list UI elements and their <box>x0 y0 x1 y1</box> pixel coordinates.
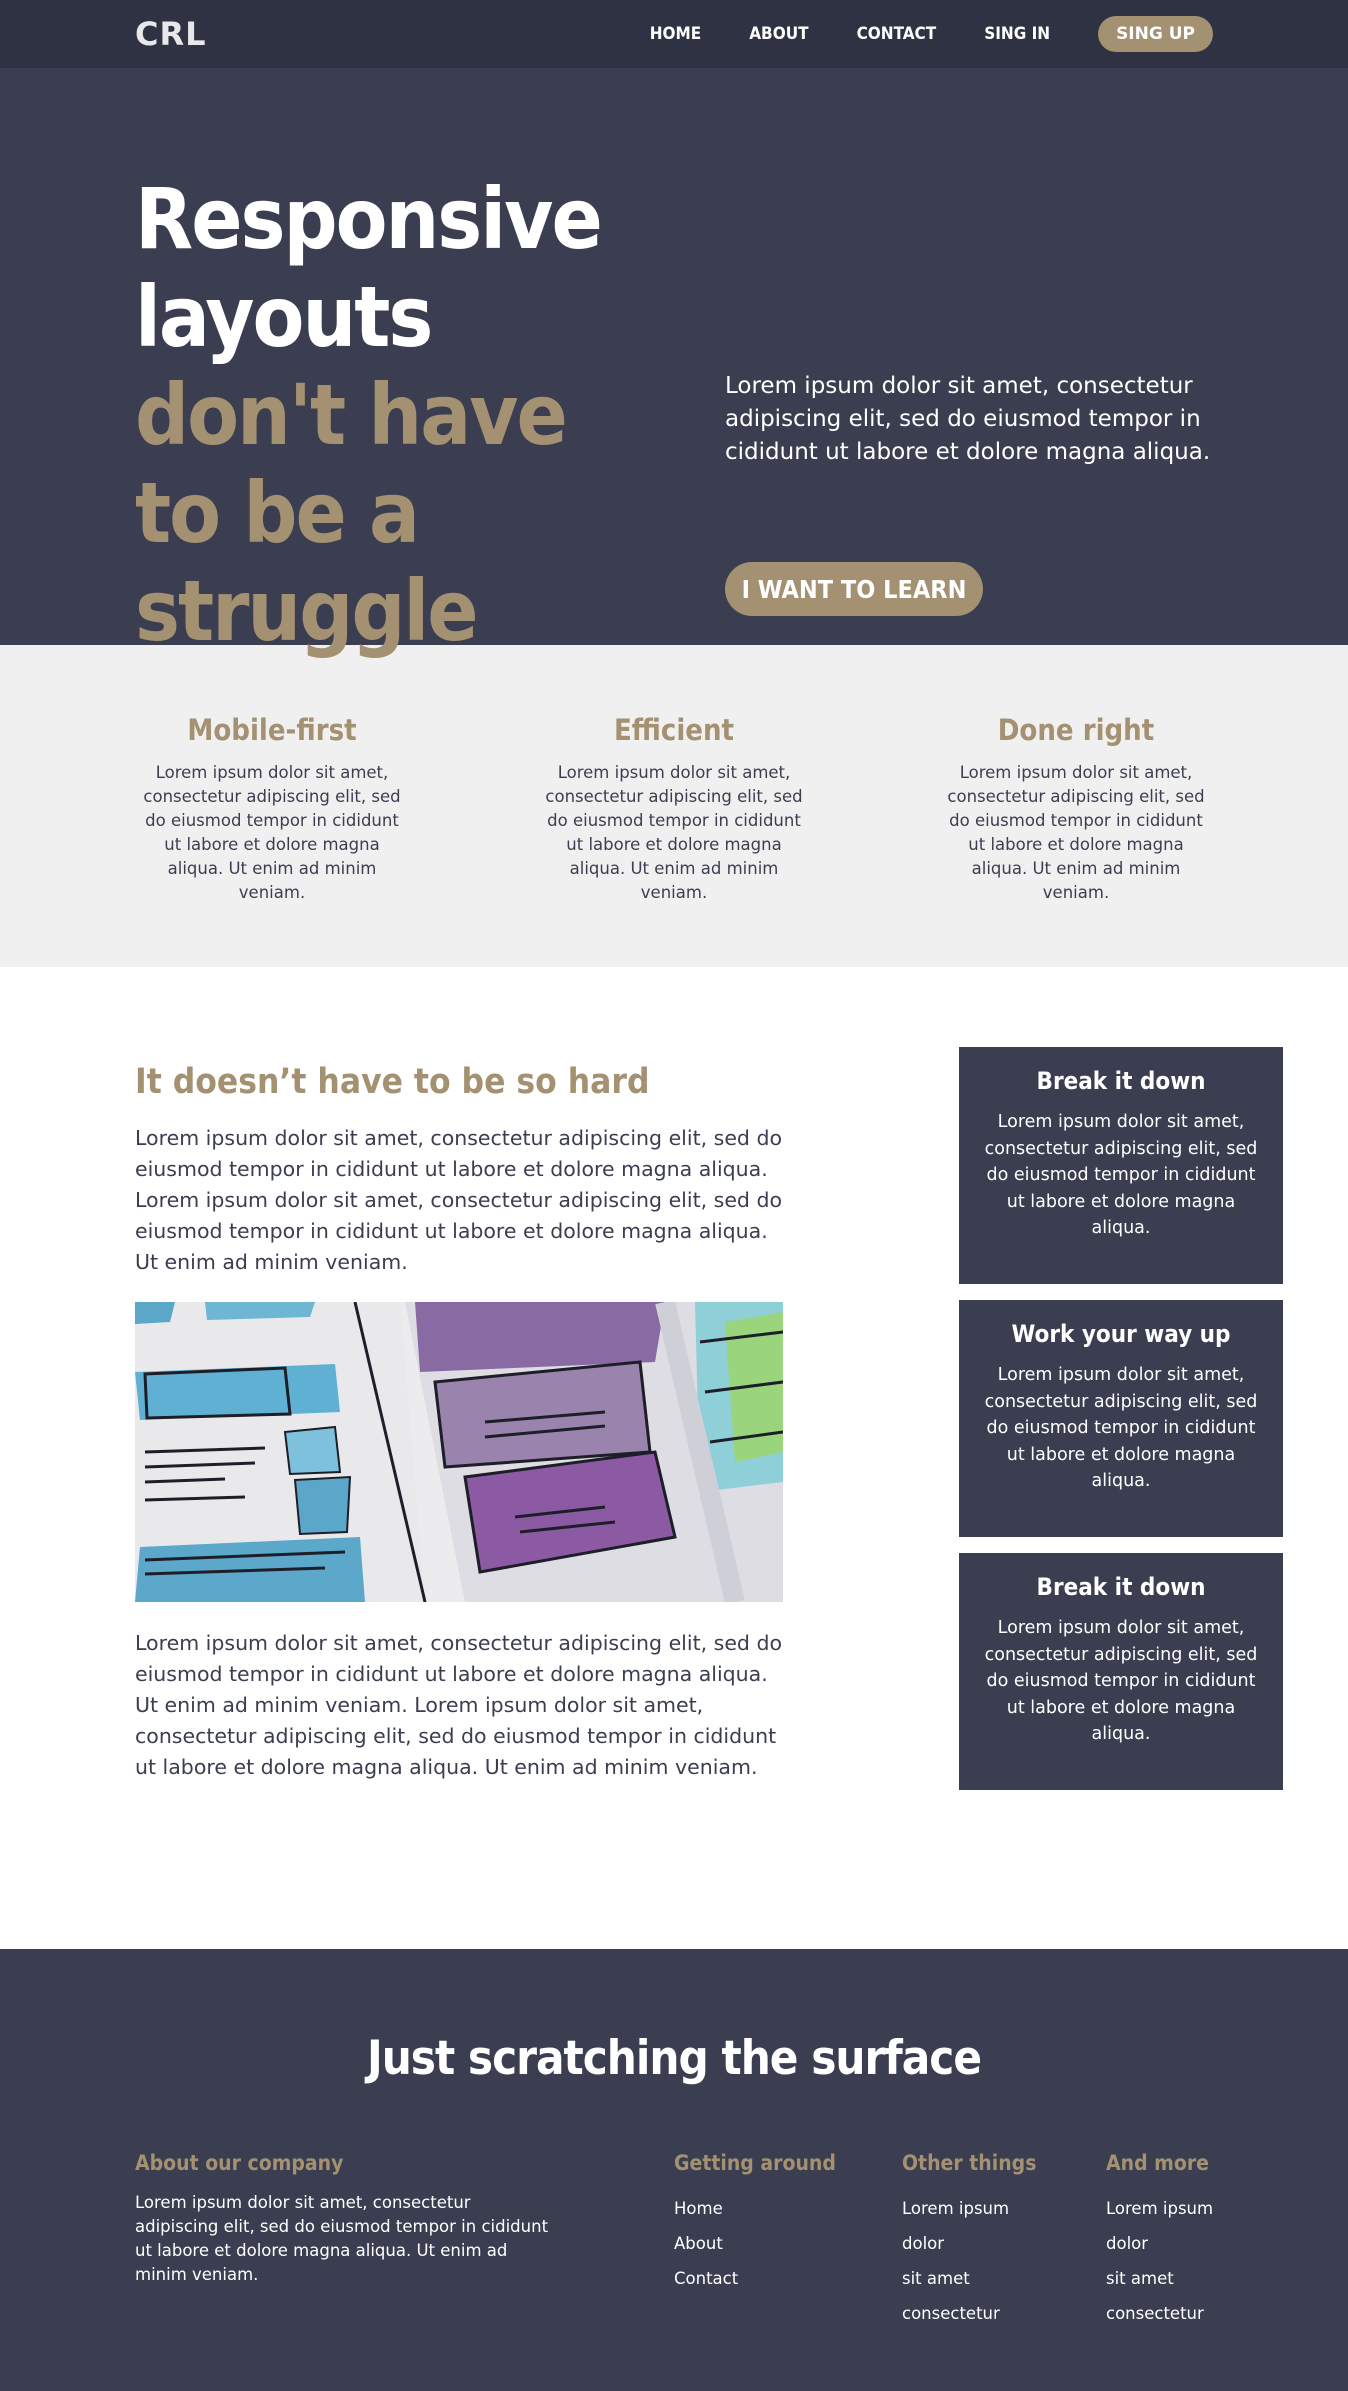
card-text: Lorem ipsum dolor sit amet, consectetur … <box>984 1618 1258 1744</box>
learn-button[interactable]: I WANT TO LEARN <box>725 562 983 616</box>
nav-link-sign-in[interactable]: SING IN <box>984 24 1050 44</box>
footer-column-title: Other things <box>902 2151 1037 2175</box>
feature-text: Lorem ipsum dolor sit amet, consectetur … <box>947 763 1205 902</box>
footer-about-text: Lorem ipsum dolor sit amet, consectetur … <box>135 2193 549 2284</box>
card-title: Break it down <box>1036 1573 1206 1601</box>
footer-column-title: Getting around <box>674 2151 836 2175</box>
sidebar: Break it down Lorem ipsum dolor sit amet… <box>959 1047 1283 1806</box>
nav-link-contact[interactable]: CONTACT <box>857 24 937 44</box>
footer-link[interactable]: consectetur <box>902 2296 1036 2331</box>
article-paragraph-2: Lorem ipsum dolor sit amet, consectetur … <box>135 1631 783 1779</box>
hero-title-main: Responsive layouts <box>135 170 603 366</box>
card-text: Lorem ipsum dolor sit amet, consectetur … <box>984 1112 1258 1238</box>
wireframe-sketch-image <box>135 1302 783 1602</box>
sidebar-card-work-your-way-up: Work your way up Lorem ipsum dolor sit a… <box>959 1300 1283 1537</box>
top-nav: CRL HOME ABOUT CONTACT SING IN SING UP <box>0 0 1348 68</box>
feature-text: Lorem ipsum dolor sit amet, consectetur … <box>545 763 803 902</box>
card-title: Break it down <box>1036 1067 1206 1095</box>
footer-about: About our company Lorem ipsum dolor sit … <box>135 2151 555 2287</box>
nav-links: HOME ABOUT CONTACT SING IN SING UP <box>602 16 1213 52</box>
features-section: Mobile-first Lorem ipsum dolor sit amet,… <box>0 645 1348 967</box>
footer-link-home[interactable]: Home <box>674 2191 836 2226</box>
logo[interactable]: CRL <box>135 15 207 53</box>
hero-title: Responsive layouts don't have to be a st… <box>135 170 615 660</box>
feature-efficient: Efficient Lorem ipsum dolor sit amet, co… <box>537 713 811 905</box>
footer-column-title: And more <box>1106 2151 1209 2175</box>
footer-link[interactable]: Lorem ipsum <box>1106 2191 1213 2226</box>
footer-and-more: And more Lorem ipsum dolor sit amet cons… <box>1106 2151 1213 2331</box>
footer: Just scratching the surface About our co… <box>0 1949 1348 2391</box>
hero-section: Responsive layouts don't have to be a st… <box>0 68 1348 660</box>
footer-link[interactable]: dolor <box>902 2226 1036 2261</box>
footer-other-things: Other things Lorem ipsum dolor sit amet … <box>902 2151 1036 2331</box>
article-paragraph-1: Lorem ipsum dolor sit amet, consectetur … <box>135 1126 783 1274</box>
footer-link[interactable]: Lorem ipsum <box>902 2191 1036 2226</box>
footer-link[interactable]: consectetur <box>1106 2296 1213 2331</box>
footer-about-title: About our company <box>135 2151 344 2175</box>
feature-title: Efficient <box>613 713 735 747</box>
feature-mobile-first: Mobile-first Lorem ipsum dolor sit amet,… <box>135 713 409 905</box>
feature-done-right: Done right Lorem ipsum dolor sit amet, c… <box>939 713 1213 905</box>
footer-title: Just scratching the surface <box>366 2031 982 2086</box>
card-title: Work your way up <box>1011 1320 1231 1348</box>
footer-link-about[interactable]: About <box>674 2226 836 2261</box>
footer-link-contact[interactable]: Contact <box>674 2261 836 2296</box>
sidebar-card-break-it-down: Break it down Lorem ipsum dolor sit amet… <box>959 1047 1283 1284</box>
card-text: Lorem ipsum dolor sit amet, consectetur … <box>984 1365 1258 1491</box>
sign-up-button[interactable]: SING UP <box>1098 16 1213 52</box>
nav-link-about[interactable]: ABOUT <box>749 24 808 44</box>
feature-title: Done right <box>997 713 1155 747</box>
hero-description: Lorem ipsum dolor sit amet, consectetur … <box>725 373 1211 465</box>
footer-link[interactable]: sit amet <box>902 2261 1036 2296</box>
footer-link[interactable]: sit amet <box>1106 2261 1213 2296</box>
nav-link-home[interactable]: HOME <box>650 24 701 44</box>
feature-title: Mobile-first <box>187 713 357 747</box>
article-title: It doesn’t have to be so hard <box>135 1062 650 1102</box>
footer-link[interactable]: dolor <box>1106 2226 1213 2261</box>
footer-getting-around: Getting around Home About Contact <box>674 2151 836 2296</box>
main-section: It doesn’t have to be so hard Lorem ipsu… <box>0 967 1348 1949</box>
hero-title-accent: don't have to be a struggle <box>135 366 568 660</box>
feature-text: Lorem ipsum dolor sit amet, consectetur … <box>143 763 401 902</box>
sidebar-card-break-it-down-2: Break it down Lorem ipsum dolor sit amet… <box>959 1553 1283 1790</box>
article: It doesn’t have to be so hard Lorem ipsu… <box>135 1057 783 1783</box>
